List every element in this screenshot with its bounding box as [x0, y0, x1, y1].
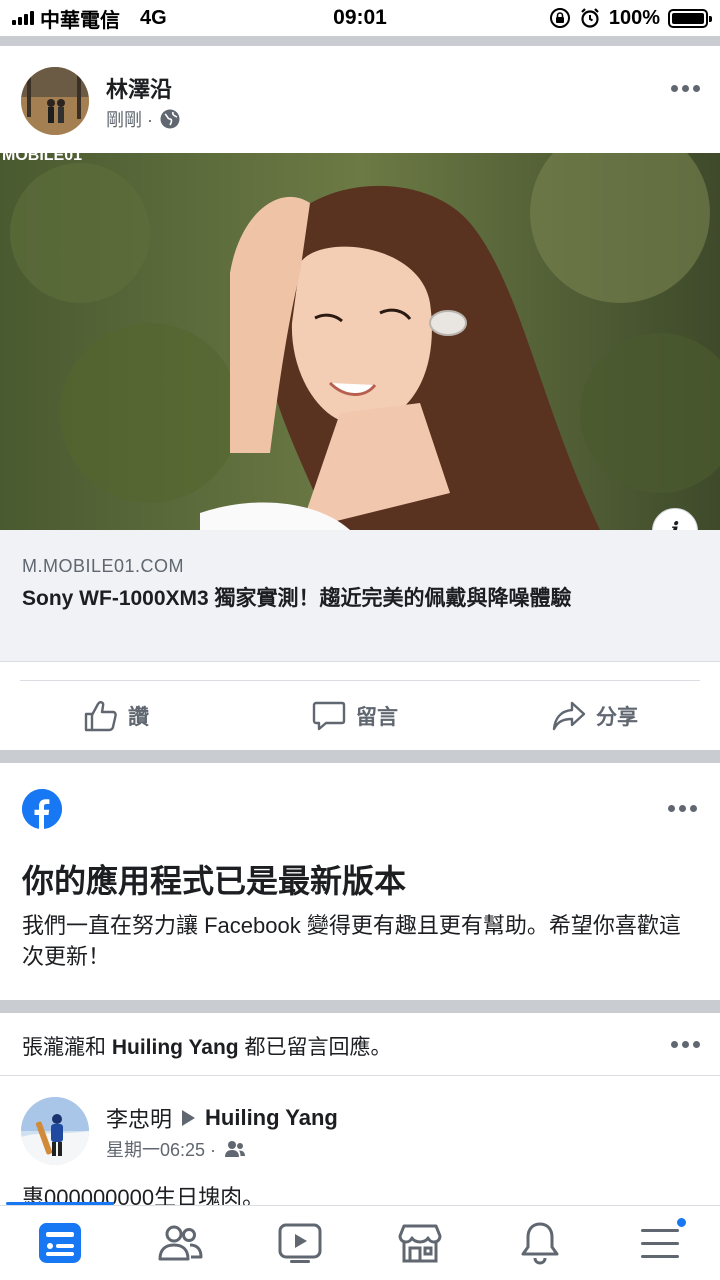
menu-notification-dot — [675, 1216, 688, 1229]
tab-notifications[interactable] — [510, 1218, 570, 1268]
post2-header: 李忠明 Huiling Yang — [106, 1102, 338, 1134]
activity-suffix: 都已留言回應。 — [244, 1036, 392, 1059]
action-separator — [20, 680, 700, 681]
comment-label: 留言 — [356, 706, 398, 729]
menu-icon — [641, 1229, 679, 1258]
alarm-icon — [581, 8, 599, 28]
author-avatar[interactable] — [21, 67, 89, 135]
status-bar: 中華電信 4G 09:01 100% — [0, 0, 720, 36]
comment-icon — [312, 701, 346, 731]
activity-separator — [0, 1075, 720, 1076]
news-feed-icon — [39, 1223, 81, 1263]
preview-photo: MOBILE01 — [0, 153, 720, 530]
activity-name1: 張瀧瀧 — [22, 1036, 85, 1059]
post2-author-avatar[interactable] — [21, 1097, 89, 1165]
like-label: 讚 — [128, 706, 149, 729]
link-preview-image[interactable]: MOBILE01 — [0, 153, 720, 530]
post2-time-text: 星期一06:25 · — [106, 1140, 217, 1160]
update-title: 你的應用程式已是最新版本 — [22, 863, 407, 899]
bottom-tab-bar — [0, 1205, 720, 1280]
feed-divider — [0, 1000, 720, 1013]
update-body: 我們一直在努力讓 Facebook 變得更有趣且更有幫助。希望你喜歡這次更新！ — [22, 913, 681, 969]
friends-icon — [158, 1225, 203, 1261]
tab-watch[interactable] — [270, 1218, 330, 1268]
post-author-name[interactable]: 林澤沿 — [106, 72, 172, 104]
watermark-text: MOBILE01 — [2, 153, 82, 164]
post2-timestamp: 星期一06:25 · — [106, 1136, 246, 1162]
status-left: 中華電信 4G — [12, 4, 167, 33]
post-time-text: 剛剛 · — [106, 110, 153, 130]
globe-icon — [160, 109, 180, 129]
marketplace-icon — [398, 1224, 442, 1263]
feed-divider — [0, 36, 720, 46]
feed-divider — [0, 750, 720, 763]
arrow-right-icon — [182, 1110, 196, 1126]
battery-fill — [672, 12, 704, 24]
battery-percent: 100% — [608, 6, 660, 29]
signal-strength-icon — [12, 11, 34, 25]
comment-button[interactable]: 留言 — [312, 700, 398, 732]
link-title: Sony WF-1000XM3 獨家實測！趨近完美的佩戴與降噪體驗 — [22, 587, 572, 610]
link-domain: M.MOBILE01.COM — [22, 556, 185, 576]
bell-icon — [521, 1222, 559, 1265]
activity-conj: 和 — [85, 1036, 106, 1059]
post-options-button[interactable] — [671, 85, 700, 92]
status-right: 100% — [549, 6, 712, 30]
network-type: 4G — [140, 6, 167, 29]
tab-news-feed[interactable] — [30, 1218, 90, 1268]
link-preview-meta[interactable]: M.MOBILE01.COM Sony WF-1000XM3 獨家實測！趨近完美… — [0, 530, 720, 662]
post2-target-name[interactable]: Huiling Yang — [205, 1105, 338, 1131]
share-icon — [552, 701, 586, 731]
carrier-name: 中華電信 — [40, 9, 120, 32]
activity-options-button[interactable] — [671, 1041, 700, 1048]
battery-icon — [668, 8, 712, 28]
tab-friends[interactable] — [150, 1218, 210, 1268]
post-timestamp: 剛剛 · — [106, 106, 181, 132]
like-button[interactable]: 讚 — [84, 700, 149, 732]
facebook-logo-icon — [22, 789, 62, 829]
activity-name2: Huiling Yang — [111, 1036, 239, 1059]
tab-marketplace[interactable] — [390, 1218, 450, 1268]
share-label: 分享 — [596, 706, 638, 729]
watch-icon — [278, 1223, 322, 1263]
friends-icon — [225, 1141, 246, 1157]
rotation-lock-icon — [549, 8, 570, 28]
activity-summary[interactable]: 張瀧瀧和 Huiling Yang 都已留言回應。 — [22, 1031, 391, 1061]
post2-author-name[interactable]: 李忠明 — [106, 1102, 172, 1134]
thumbs-up-icon — [84, 701, 117, 732]
update-options-button[interactable] — [668, 805, 697, 812]
share-button[interactable]: 分享 — [552, 700, 638, 732]
